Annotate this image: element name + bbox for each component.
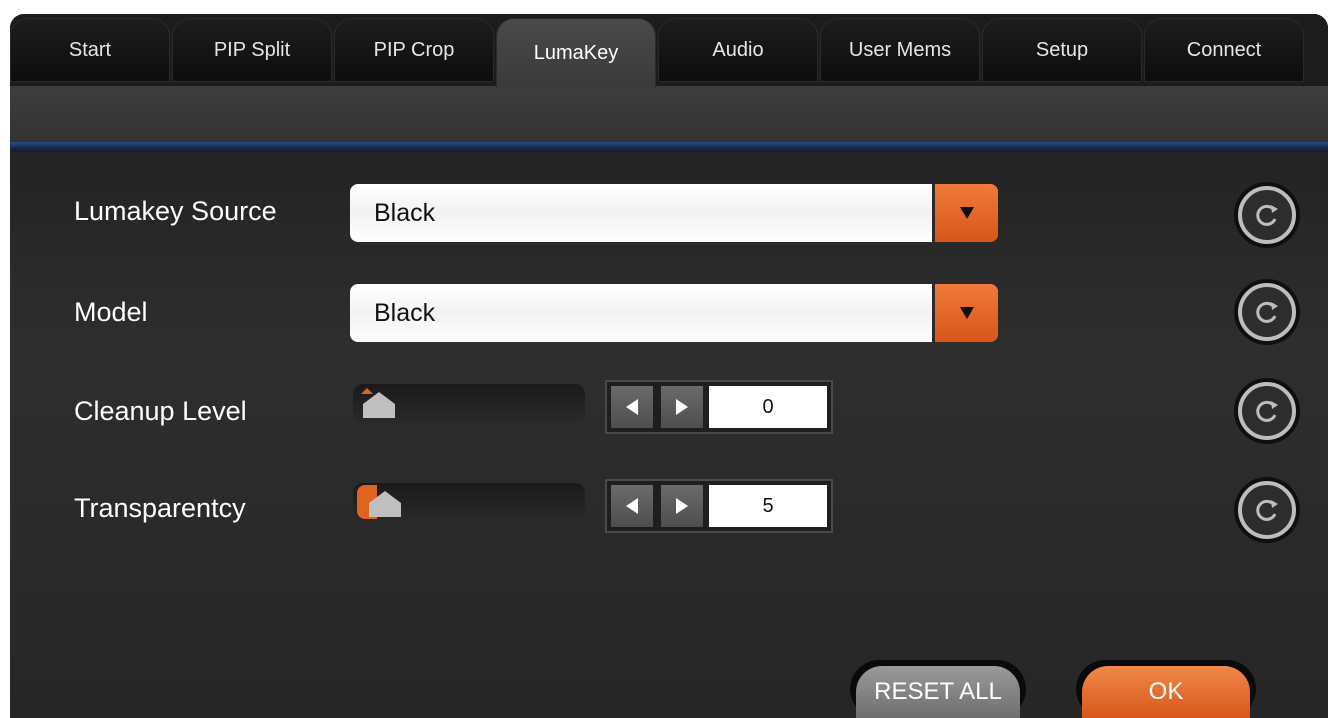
refresh-icon xyxy=(1238,283,1296,341)
tab-bar: Start PIP Split PIP Crop LumaKey Audio U… xyxy=(10,14,1328,88)
tab-label: Setup xyxy=(1035,38,1089,61)
lumakey-panel: Start PIP Split PIP Crop LumaKey Audio U… xyxy=(10,14,1328,718)
dropdown-arrow-button[interactable] xyxy=(932,184,998,242)
lumakey-source-reset-button[interactable] xyxy=(1234,182,1300,248)
triangle-left-icon xyxy=(626,399,638,415)
tab-label: User Mems xyxy=(848,38,952,61)
cleanup-level-slider[interactable] xyxy=(353,384,585,424)
reset-all-button[interactable]: RESET ALL xyxy=(850,660,1026,718)
refresh-icon xyxy=(1238,382,1296,440)
triangle-down-icon xyxy=(959,307,974,319)
transparency-slider[interactable] xyxy=(353,483,585,523)
decrement-button[interactable] xyxy=(611,485,653,527)
transparency-value[interactable] xyxy=(709,485,827,527)
dropdown-arrow-button[interactable] xyxy=(932,284,998,342)
lumakey-source-label: Lumakey Source xyxy=(74,196,277,226)
tab-label: Audio xyxy=(712,38,764,61)
lumakey-source-value: Black xyxy=(374,199,436,227)
tab-pip-crop[interactable]: PIP Crop xyxy=(334,18,494,82)
slider-thumb[interactable] xyxy=(359,384,403,424)
tab-connect[interactable]: Connect xyxy=(1144,18,1304,82)
tab-label: Connect xyxy=(1186,38,1262,61)
transparency-reset-button[interactable] xyxy=(1234,477,1300,543)
tab-label: PIP Crop xyxy=(373,38,455,61)
triangle-right-icon xyxy=(676,498,688,514)
refresh-icon xyxy=(1238,186,1296,244)
tab-label: LumaKey xyxy=(533,42,619,64)
ok-button[interactable]: OK xyxy=(1076,660,1256,718)
model-label: Model xyxy=(74,297,148,327)
increment-button[interactable] xyxy=(661,485,703,527)
model-value: Black xyxy=(374,299,436,327)
tab-separator xyxy=(10,142,1328,152)
cleanup-level-label: Cleanup Level xyxy=(74,396,247,426)
tab-label: Start xyxy=(68,38,112,61)
tab-user-mems[interactable]: User Mems xyxy=(820,18,980,82)
cleanup-level-value[interactable] xyxy=(709,386,827,428)
refresh-icon xyxy=(1238,481,1296,539)
cleanup-level-stepper xyxy=(605,380,833,434)
tab-pip-split[interactable]: PIP Split xyxy=(172,18,332,82)
slider-thumb[interactable] xyxy=(365,483,409,523)
lumakey-source-dropdown[interactable]: Black xyxy=(350,184,998,242)
transparency-stepper xyxy=(605,479,833,533)
model-dropdown[interactable]: Black xyxy=(350,284,998,342)
ok-label: OK xyxy=(1082,666,1250,718)
tab-label: PIP Split xyxy=(213,38,291,61)
cleanup-level-reset-button[interactable] xyxy=(1234,378,1300,444)
model-reset-button[interactable] xyxy=(1234,279,1300,345)
decrement-button[interactable] xyxy=(611,386,653,428)
tab-header-strip xyxy=(10,86,1328,142)
tab-start[interactable]: Start xyxy=(10,18,170,82)
tab-lumakey[interactable]: LumaKey xyxy=(496,18,656,88)
tab-audio[interactable]: Audio xyxy=(658,18,818,82)
triangle-right-icon xyxy=(676,399,688,415)
transparency-label: Transparentcy xyxy=(74,493,246,523)
tab-setup[interactable]: Setup xyxy=(982,18,1142,82)
triangle-down-icon xyxy=(959,207,974,219)
reset-all-label: RESET ALL xyxy=(856,666,1020,718)
increment-button[interactable] xyxy=(661,386,703,428)
triangle-left-icon xyxy=(626,498,638,514)
